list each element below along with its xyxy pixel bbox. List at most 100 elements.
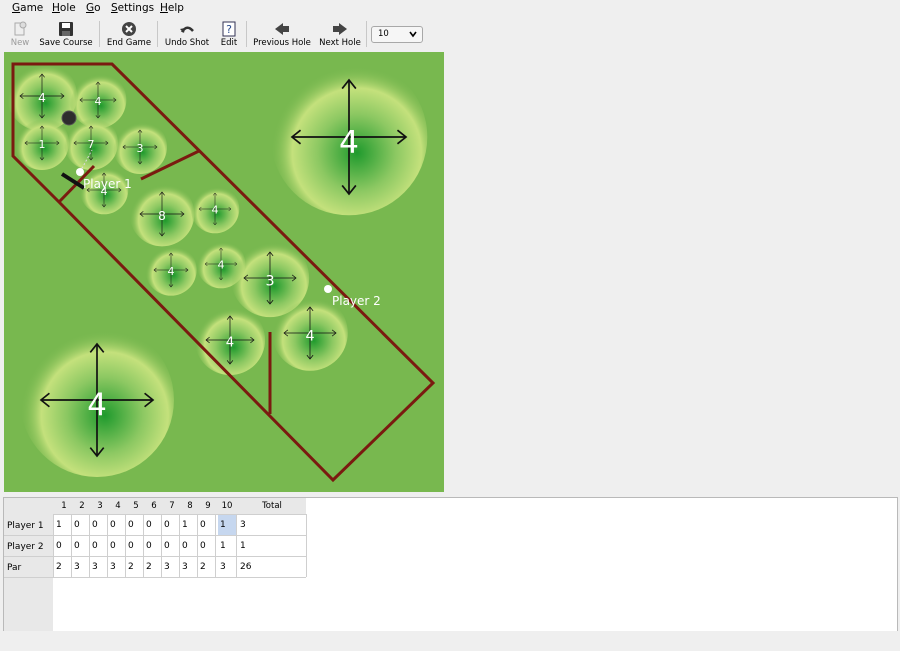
score-cell: 0 bbox=[110, 520, 116, 530]
previous-hole-button[interactable]: Previous Hole bbox=[252, 21, 312, 51]
course-canvas[interactable]: 4 41 7 348 44 434 444 Player 1 Player 2 bbox=[4, 52, 444, 492]
toolbar-separator bbox=[246, 21, 247, 47]
score-cell: 2 bbox=[128, 562, 134, 572]
score-cell: 2 bbox=[200, 562, 206, 572]
menu-help-mnemonic: H bbox=[160, 2, 168, 14]
row-divider bbox=[4, 535, 53, 536]
score-table-header: 1 2 3 4 5 6 7 8 9 10 Total bbox=[4, 498, 306, 515]
column-header-hole-3[interactable]: 3 bbox=[93, 501, 107, 511]
slope-value: 7 bbox=[88, 138, 95, 151]
row-divider bbox=[4, 577, 53, 578]
slope: 8 bbox=[129, 181, 195, 247]
slope: 4 bbox=[20, 323, 174, 477]
player1-label: Player 1 bbox=[83, 177, 132, 191]
slope-value: 4 bbox=[218, 258, 225, 271]
new-icon bbox=[14, 21, 27, 36]
new-button-label: New bbox=[10, 38, 30, 48]
column-header-hole-10[interactable]: 10 bbox=[218, 501, 236, 511]
status-bar bbox=[0, 631, 900, 651]
grid-line bbox=[197, 514, 198, 577]
close-circle-icon bbox=[122, 22, 136, 36]
grid-line bbox=[107, 514, 108, 577]
save-icon bbox=[59, 22, 73, 36]
grid-line bbox=[53, 577, 306, 578]
score-cell: 0 bbox=[92, 541, 98, 551]
slope-value: 4 bbox=[38, 91, 46, 105]
player1-ball bbox=[76, 168, 84, 176]
slope-value: 3 bbox=[137, 142, 144, 155]
menu-game-mnemonic: G bbox=[12, 2, 21, 14]
undo-icon bbox=[180, 26, 194, 33]
new-button[interactable]: New bbox=[8, 21, 32, 51]
undo-shot-button[interactable]: Undo Shot bbox=[164, 21, 210, 51]
menu-go[interactable]: Go bbox=[86, 2, 101, 14]
next-hole-button[interactable]: Next Hole bbox=[318, 21, 362, 51]
help-edit-icon: ? bbox=[222, 21, 236, 37]
score-cell: 3 bbox=[92, 562, 98, 572]
undo-shot-label: Undo Shot bbox=[164, 38, 210, 48]
row-label-player-2: Player 2 bbox=[7, 542, 44, 552]
menu-help[interactable]: Help bbox=[160, 2, 184, 14]
column-header-hole-5[interactable]: 5 bbox=[129, 501, 143, 511]
svg-text:?: ? bbox=[226, 23, 232, 36]
grid-line bbox=[143, 514, 144, 577]
row-divider bbox=[4, 556, 53, 557]
menu-game[interactable]: Game bbox=[12, 2, 43, 14]
score-cell: 0 bbox=[164, 541, 170, 551]
score-cell: 0 bbox=[146, 520, 152, 530]
score-total-cell: 3 bbox=[240, 520, 246, 530]
column-header-hole-1[interactable]: 1 bbox=[57, 501, 71, 511]
score-cell: 0 bbox=[92, 520, 98, 530]
edit-button[interactable]: ? Edit bbox=[218, 21, 240, 51]
column-header-hole-9[interactable]: 9 bbox=[201, 501, 215, 511]
score-cell: 2 bbox=[56, 562, 62, 572]
arrow-left-icon bbox=[275, 23, 289, 35]
menu-go-label: o bbox=[94, 2, 101, 14]
column-header-hole-2[interactable]: 2 bbox=[75, 501, 89, 511]
end-game-button[interactable]: End Game bbox=[106, 21, 152, 51]
menu-settings[interactable]: Settings bbox=[111, 2, 154, 14]
slope-value: 4 bbox=[305, 328, 314, 344]
slope-value: 4 bbox=[212, 203, 219, 216]
slope-value: 4 bbox=[339, 125, 359, 161]
score-cell: 3 bbox=[110, 562, 116, 572]
next-hole-label: Next Hole bbox=[319, 38, 361, 48]
slope-value: 4 bbox=[226, 336, 234, 351]
previous-hole-label: Previous Hole bbox=[253, 38, 311, 48]
menu-help-label: elp bbox=[167, 2, 184, 14]
slope-value: 3 bbox=[265, 273, 274, 289]
score-cell: 0 bbox=[128, 520, 134, 530]
row-label-player-1: Player 1 bbox=[7, 521, 44, 531]
column-header-hole-6[interactable]: 6 bbox=[147, 501, 161, 511]
column-header-hole-7[interactable]: 7 bbox=[165, 501, 179, 511]
slope-value: 8 bbox=[158, 209, 166, 223]
column-header-hole-4[interactable]: 4 bbox=[111, 501, 125, 511]
score-cell: 2 bbox=[146, 562, 152, 572]
menu-game-label: ame bbox=[20, 2, 44, 14]
score-cell: 0 bbox=[128, 541, 134, 551]
grid-line bbox=[179, 514, 180, 577]
hole-select-value: 10 bbox=[378, 29, 389, 39]
toolbar-separator bbox=[157, 21, 158, 47]
save-course-button[interactable]: Save Course bbox=[38, 21, 94, 51]
slope-value: 1 bbox=[39, 138, 46, 151]
menu-hole[interactable]: Hole bbox=[52, 2, 76, 14]
slope-value: 4 bbox=[87, 388, 107, 424]
arrow-right-icon bbox=[333, 23, 347, 35]
score-table: 1 2 3 4 5 6 7 8 9 10 Total Player 1 Play… bbox=[3, 497, 898, 632]
player2-ball bbox=[324, 285, 332, 293]
score-total-cell: 1 bbox=[240, 541, 246, 551]
score-cell: 3 bbox=[220, 562, 226, 572]
score-cell: 1 bbox=[220, 520, 226, 530]
menu-bar: Game Hole Go Settings Help bbox=[0, 0, 900, 17]
menu-go-mnemonic: G bbox=[86, 2, 95, 14]
slope: 3 bbox=[113, 120, 167, 174]
column-header-total[interactable]: Total bbox=[238, 501, 306, 511]
toolbar-separator bbox=[366, 21, 367, 47]
hole-select[interactable]: 10 bbox=[371, 26, 423, 43]
column-header-hole-8[interactable]: 8 bbox=[183, 501, 197, 511]
score-cell: 0 bbox=[146, 541, 152, 551]
score-cell: 0 bbox=[74, 520, 80, 530]
grid-line bbox=[53, 514, 54, 577]
slope-value: 4 bbox=[168, 265, 175, 278]
